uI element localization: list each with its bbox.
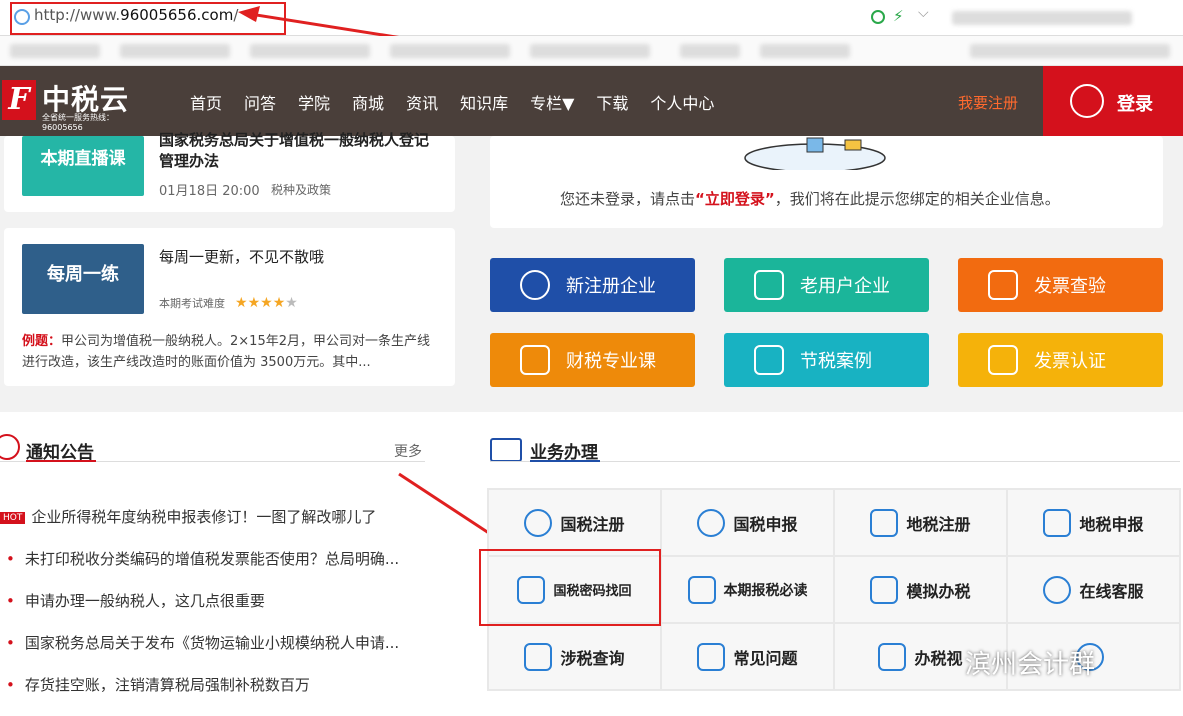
clapperboard-icon bbox=[870, 575, 899, 604]
notice-more-link[interactable]: 更多 bbox=[394, 441, 422, 461]
document-clock-icon bbox=[754, 345, 784, 375]
notice-item[interactable]: HOT 企业所得税年度纳税申报表修订！一图了解改哪儿了 bbox=[0, 506, 376, 527]
chat-icon bbox=[1043, 575, 1072, 604]
star-icon: ★ bbox=[235, 295, 248, 311]
nav-item-profile[interactable]: 个人中心 bbox=[650, 90, 714, 114]
briefcase-icon bbox=[754, 270, 784, 300]
password-recovery-highlight bbox=[479, 549, 661, 626]
example-label: 例题： bbox=[22, 334, 62, 349]
clipboard-check-icon bbox=[988, 270, 1018, 300]
nav-item-academy[interactable]: 学院 bbox=[298, 90, 330, 114]
nav-item-qa[interactable]: 问答 bbox=[244, 90, 276, 114]
weekly-thumb-text: 每周一练 bbox=[47, 264, 119, 285]
notice-item[interactable]: • 国家税务总局关于发布《货物运输业小规模纳税人申请... bbox=[6, 632, 399, 653]
tile-invoice-check[interactable]: 发票查验 bbox=[958, 258, 1163, 312]
cell-online-service[interactable]: 在线客服 bbox=[1008, 557, 1179, 622]
site-logo[interactable]: F 中税云 全省统一服务热线：96005656 bbox=[0, 66, 150, 136]
nav-item-column[interactable]: 专栏▼ bbox=[530, 90, 574, 114]
notice-item[interactable]: • 存货挂空账，注销清算税局强制补税数百万 bbox=[6, 674, 310, 695]
compass-icon bbox=[520, 270, 550, 300]
cell-national-tax-register[interactable]: 国税注册 bbox=[489, 490, 660, 555]
notice-item[interactable]: • 未打印税收分类编码的增值税发票能否使用？总局明确... bbox=[6, 548, 399, 569]
notice-title-underline bbox=[26, 460, 96, 462]
chevron-down-icon[interactable]: ⌵ bbox=[918, 5, 929, 21]
live-course-title[interactable]: 国家税务总局关于增值税一般纳税人登记管理办法 bbox=[159, 130, 439, 172]
briefcase-icon bbox=[490, 438, 522, 462]
logo-mark-icon: F bbox=[2, 80, 36, 120]
business-title-underline bbox=[530, 460, 600, 462]
tile-tax-course[interactable]: 财税专业课 bbox=[490, 333, 695, 387]
checkbox-icon bbox=[988, 345, 1018, 375]
form-icon bbox=[870, 508, 899, 537]
watermark: 滨州会计群 bbox=[965, 650, 1096, 680]
cell-local-tax-declare[interactable]: 地税申报 bbox=[1008, 490, 1179, 555]
star-icon: ★ bbox=[247, 295, 261, 311]
cell-local-tax-register[interactable]: 地税注册 bbox=[835, 490, 1006, 555]
bookmark-bar bbox=[0, 36, 1183, 66]
edit-document-icon bbox=[697, 642, 726, 671]
register-link[interactable]: 我要注册 bbox=[958, 92, 1018, 113]
example-body: 甲公司为增值税一般纳税人。2×15年2月，甲公司对一条生产线进行改造，该生产线改… bbox=[22, 334, 430, 370]
nav-item-news[interactable]: 资讯 bbox=[406, 90, 438, 114]
example-text[interactable]: 例题：甲公司为增值税一般纳税人。2×15年2月，甲公司对一条生产线进行改造，该生… bbox=[22, 331, 436, 373]
checklist-icon bbox=[687, 575, 716, 604]
user-icon bbox=[1070, 84, 1104, 118]
nav-item-mall[interactable]: 商城 bbox=[352, 90, 384, 114]
cell-faq[interactable]: 常见问题 bbox=[662, 624, 833, 689]
tile-new-enterprise[interactable]: 新注册企业 bbox=[490, 258, 695, 312]
book-icon bbox=[520, 345, 550, 375]
weekly-practice-thumb: 每周一练 bbox=[22, 244, 144, 314]
globe-upload-icon bbox=[697, 508, 726, 537]
difficulty-label: 本期考试难度 bbox=[159, 297, 225, 310]
browser-search-icon bbox=[524, 642, 553, 671]
cloud-lock-illustration bbox=[744, 137, 886, 170]
difficulty-stars: ★★★★★ bbox=[235, 292, 298, 311]
export-icon bbox=[1043, 508, 1072, 537]
refresh-icon[interactable] bbox=[871, 10, 885, 24]
live-course-thumb: 本期直播课 bbox=[22, 136, 144, 196]
tile-old-user[interactable]: 老用户企业 bbox=[724, 258, 929, 312]
logo-hotline: 全省统一服务热线：96005656 bbox=[42, 113, 114, 132]
lightning-icon[interactable]: ⚡ bbox=[893, 7, 904, 25]
star-icon: ★ bbox=[272, 295, 286, 311]
weekly-title[interactable]: 每周一更新，不见不散哦 bbox=[159, 246, 324, 267]
nav-item-home[interactable]: 首页 bbox=[190, 90, 222, 114]
tile-tax-cases[interactable]: 节税案例 bbox=[724, 333, 929, 387]
nav-item-knowledge[interactable]: 知识库 bbox=[460, 90, 508, 114]
live-course-tag: 税种及政策 bbox=[271, 183, 332, 197]
nav-item-download[interactable]: 下载 bbox=[596, 90, 628, 114]
cell-national-tax-declare[interactable]: 国税申报 bbox=[662, 490, 833, 555]
star-icon: ★ bbox=[260, 295, 273, 311]
tile-invoice-auth[interactable]: 发票认证 bbox=[958, 333, 1163, 387]
cell-tax-query[interactable]: 涉税查询 bbox=[489, 624, 660, 689]
hot-badge: HOT bbox=[0, 512, 26, 524]
live-course-time: 01月18日 20:00 bbox=[159, 184, 260, 199]
user-add-icon bbox=[524, 508, 553, 537]
cell-simulated-tax[interactable]: 模拟办税 bbox=[835, 557, 1006, 622]
notice-item[interactable]: • 申请办理一般纳税人，这几点很重要 bbox=[6, 590, 265, 611]
login-tip-text: 您还未登录，请点击“立即登录”，我们将在此提示您绑定的相关企业信息。 bbox=[560, 190, 1060, 208]
login-label: 登录 bbox=[1117, 94, 1153, 115]
cell-tax-must-read[interactable]: 本期报税必读 bbox=[662, 557, 833, 622]
star-empty-icon: ★ bbox=[285, 295, 298, 311]
play-icon bbox=[878, 642, 907, 671]
live-thumb-text: 本期直播课 bbox=[40, 149, 126, 169]
login-button[interactable] bbox=[1043, 66, 1183, 136]
main-nav: 首页 问答 学院 商城 资讯 知识库 专栏▼ 下载 个人中心 bbox=[190, 90, 736, 114]
login-now-link[interactable]: “立即登录” bbox=[695, 190, 775, 208]
